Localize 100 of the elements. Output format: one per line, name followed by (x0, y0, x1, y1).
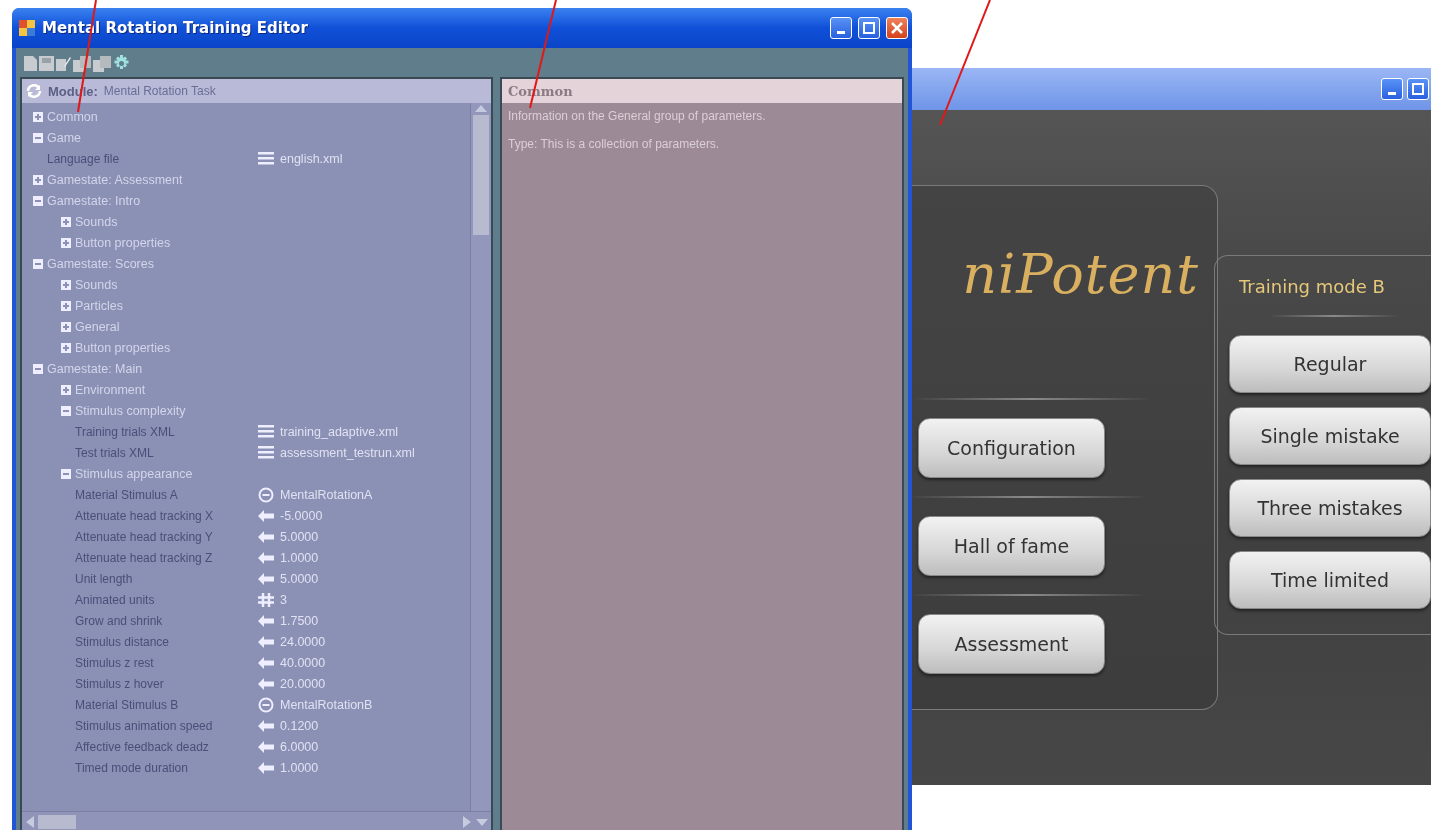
property-value[interactable]: english.xml (280, 151, 343, 166)
maximize-icon (1412, 83, 1424, 95)
maximize-button[interactable] (1407, 78, 1429, 100)
refresh-icon[interactable] (26, 83, 42, 99)
scrollbar-thumb[interactable] (473, 115, 489, 235)
new-document-icon[interactable] (24, 56, 37, 71)
expand-icon[interactable] (61, 237, 71, 248)
property-value[interactable]: 1.0000 (280, 760, 319, 775)
expand-icon[interactable] (61, 279, 71, 290)
minimize-icon (837, 30, 845, 34)
gear-icon[interactable] (113, 55, 130, 72)
property-value[interactable]: 5.0000 (280, 571, 319, 586)
tree-item[interactable]: Gamestate: Scores (47, 256, 154, 271)
tree-item[interactable]: Stimulus complexity (75, 403, 186, 418)
edit-icon[interactable] (56, 56, 71, 71)
menu-button[interactable]: Configuration (918, 418, 1105, 478)
property-value[interactable]: 20.0000 (280, 676, 326, 691)
property-value[interactable]: MentalRotationA (280, 487, 373, 502)
arrow-icon (258, 509, 274, 522)
copy-icon[interactable] (73, 55, 91, 72)
expand-icon[interactable] (61, 216, 71, 227)
tree-item[interactable]: Button properties (75, 235, 171, 250)
property-label: Training trials XML (75, 424, 176, 439)
list-icon (258, 446, 274, 459)
property-label: Animated units (75, 592, 156, 607)
maximize-icon (863, 22, 875, 34)
property-value[interactable]: 1.0000 (280, 550, 319, 565)
property-value[interactable]: MentalRotationB (280, 697, 373, 712)
save-icon[interactable] (39, 56, 54, 71)
tree-item[interactable]: Environment (75, 382, 146, 397)
tree-item[interactable]: Common (47, 109, 98, 124)
property-value[interactable]: 3 (280, 592, 287, 607)
property-value[interactable]: 6.0000 (280, 739, 319, 754)
tree-item[interactable]: Particles (75, 298, 123, 313)
scrollbar-thumb[interactable] (38, 815, 76, 829)
collapse-icon[interactable] (33, 258, 43, 269)
property-value[interactable]: -5.0000 (280, 508, 323, 523)
tree-item[interactable]: Game (47, 130, 82, 145)
close-button[interactable] (886, 17, 908, 39)
scroll-left-icon[interactable] (24, 814, 36, 830)
arrow-icon (258, 719, 274, 732)
expand-icon[interactable] (61, 300, 71, 311)
tree-item[interactable]: Stimulus appearance (75, 466, 193, 481)
details-text: Information on the General group of parameters. (508, 109, 767, 123)
arrow-icon (258, 761, 274, 774)
property-value[interactable]: 5.0000 (280, 529, 319, 544)
scroll-right-icon[interactable] (461, 814, 473, 830)
tree-item[interactable]: Sounds (75, 214, 118, 229)
vertical-scrollbar[interactable] (470, 103, 491, 811)
tree-item[interactable]: General (75, 319, 120, 334)
property-value[interactable]: 40.0000 (280, 655, 326, 670)
expand-icon[interactable] (61, 384, 71, 395)
panel-title: Training mode B (1238, 276, 1386, 297)
collapse-icon[interactable] (33, 195, 43, 206)
menu-button[interactable]: Assessment (918, 614, 1105, 674)
arrow-icon (258, 551, 274, 564)
minus-circle-icon (258, 486, 274, 503)
collapse-icon[interactable] (33, 132, 43, 143)
property-value[interactable]: training_adaptive.xml (280, 424, 399, 439)
tree-item[interactable]: Sounds (75, 277, 118, 292)
property-value[interactable]: 24.0000 (280, 634, 326, 649)
arrow-icon (258, 740, 274, 753)
property-label: Unit length (75, 571, 134, 586)
copy-icon[interactable] (93, 55, 111, 72)
property-label: Attenuate head tracking Z (75, 550, 214, 565)
list-icon (258, 425, 274, 438)
expand-icon[interactable] (61, 321, 71, 332)
hash-icon (258, 592, 274, 607)
collapse-icon[interactable] (61, 405, 71, 416)
horizontal-scrollbar[interactable] (22, 811, 491, 830)
app-icon (18, 19, 36, 37)
minus-circle-icon (258, 696, 274, 713)
tree-item[interactable]: Gamestate: Main (47, 361, 143, 376)
mode-button[interactable]: Single mistake (1229, 407, 1431, 465)
property-label: Material Stimulus B (75, 697, 180, 712)
mode-button[interactable]: Time limited (1229, 551, 1431, 609)
property-value[interactable]: 0.1200 (280, 718, 319, 733)
property-label: Attenuate head tracking Y (75, 529, 214, 544)
menu-button[interactable]: Hall of fame (918, 516, 1105, 576)
property-value[interactable]: assessment_testrun.xml (280, 445, 415, 460)
maximize-button[interactable] (858, 17, 880, 39)
collapse-icon[interactable] (33, 363, 43, 374)
property-label: Material Stimulus A (75, 487, 179, 502)
property-label: Timed mode duration (75, 760, 189, 775)
minimize-button[interactable] (1381, 78, 1403, 100)
mode-button[interactable]: Three mistakes (1229, 479, 1431, 537)
property-value[interactable]: 1.7500 (280, 613, 319, 628)
expand-icon[interactable] (61, 342, 71, 353)
expand-icon[interactable] (33, 174, 43, 185)
expand-icon[interactable] (33, 111, 43, 122)
property-label: Grow and shrink (75, 613, 164, 628)
collapse-icon[interactable] (61, 468, 71, 479)
property-label: Language file (47, 151, 121, 166)
property-label: Stimulus z rest (75, 655, 155, 670)
tree-item[interactable]: Button properties (75, 340, 171, 355)
tree-item[interactable]: Gamestate: Intro (47, 193, 141, 208)
mode-button[interactable]: Regular (1229, 335, 1431, 393)
minimize-button[interactable] (830, 17, 852, 39)
minimize-icon (1388, 91, 1396, 95)
tree-item[interactable]: Gamestate: Assessment (47, 172, 183, 187)
